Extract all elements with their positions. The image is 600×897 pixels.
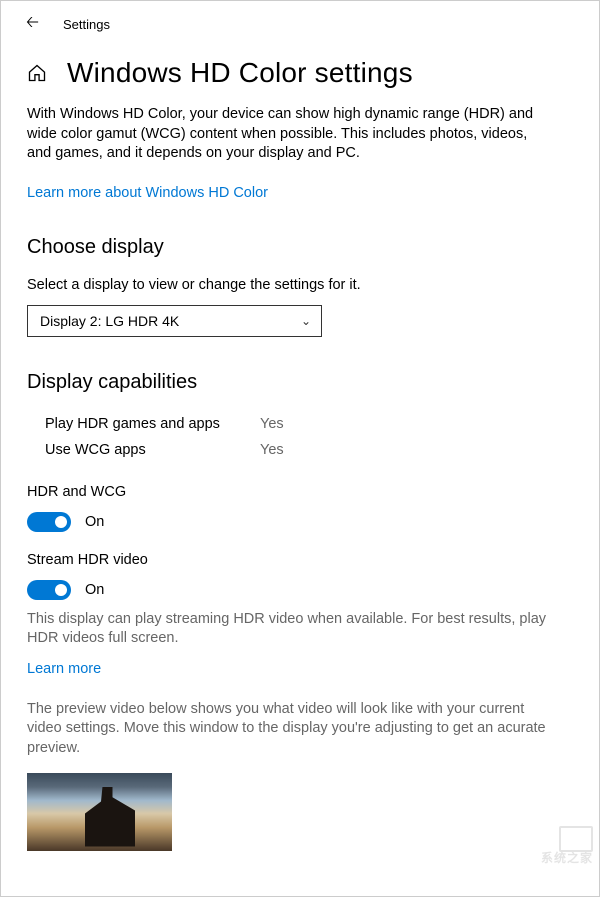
capability-row: Use WCG apps Yes [27,438,573,464]
stream-toggle-row: On [27,580,573,600]
choose-display-heading: Choose display [27,236,573,259]
hdr-wcg-state: On [85,514,104,530]
toggle-knob [55,584,67,596]
intro-text: With Windows HD Color, your device can s… [27,105,552,164]
capability-label: Use WCG apps [45,442,260,458]
preview-text: The preview video below shows you what v… [27,700,547,759]
stream-state: On [85,582,104,598]
toggle-knob [55,516,67,528]
page-title: Windows HD Color settings [67,57,413,89]
learn-more-link[interactable]: Learn more [27,661,101,677]
titlebar: 🡠 Settings [1,1,599,43]
hdr-wcg-toggle-row: On [27,512,573,532]
choose-display-text: Select a display to view or change the s… [27,277,573,293]
stream-note: This display can play streaming HDR vide… [27,610,547,649]
hdr-wcg-label: HDR and WCG [27,484,573,500]
capability-value: Yes [260,442,284,458]
chevron-down-icon: ⌄ [301,314,311,328]
capability-row: Play HDR games and apps Yes [27,412,573,438]
titlebar-label: Settings [63,17,110,32]
back-icon[interactable]: 🡠 [26,11,39,38]
preview-image-content [85,787,135,847]
learn-hd-color-link[interactable]: Learn more about Windows HD Color [27,185,268,201]
stream-label: Stream HDR video [27,552,573,568]
preview-video-area [27,773,573,851]
preview-thumbnail[interactable] [27,773,172,851]
home-icon[interactable] [27,63,47,83]
stream-toggle[interactable] [27,580,71,600]
content-area: Windows HD Color settings With Windows H… [1,43,599,851]
capability-value: Yes [260,416,284,432]
display-dropdown-value: Display 2: LG HDR 4K [40,313,179,329]
capabilities-heading: Display capabilities [27,371,573,394]
capability-label: Play HDR games and apps [45,416,260,432]
page-header: Windows HD Color settings [27,57,573,89]
display-dropdown[interactable]: Display 2: LG HDR 4K ⌄ [27,305,322,337]
hdr-wcg-toggle[interactable] [27,512,71,532]
